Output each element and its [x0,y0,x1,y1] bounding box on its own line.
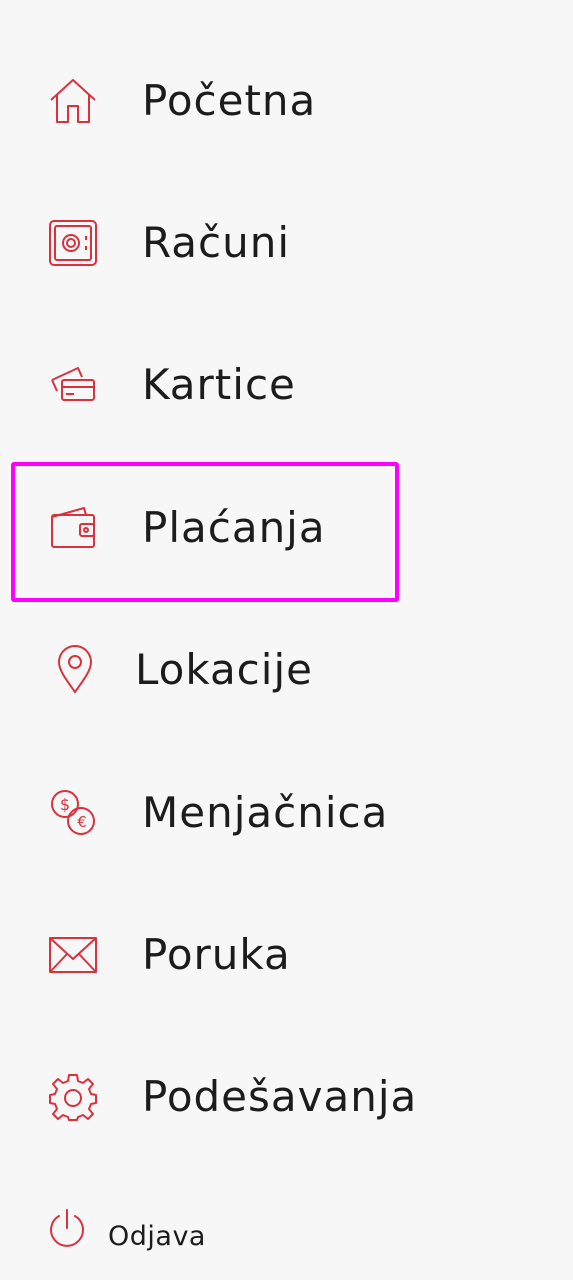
currency-exchange-icon: $ € [48,788,98,838]
menu-item-poruka[interactable]: Poruka [0,900,573,1010]
menu-item-label: Poruka [142,930,291,979]
svg-text:$: $ [60,795,70,814]
menu-item-label: Lokacije [135,645,313,694]
gear-icon [48,1072,98,1122]
power-icon [46,1208,88,1250]
menu-item-pocetna[interactable]: Početna [0,46,573,156]
menu-item-label: Plaćanja [142,503,326,552]
menu-item-label: Podešavanja [142,1072,418,1121]
menu-item-menjacnica[interactable]: $ € Menjačnica [0,758,573,868]
location-pin-icon [50,645,100,695]
envelope-icon [48,930,98,980]
menu-item-kartice[interactable]: Kartice [0,330,573,440]
menu-item-podesavanja[interactable]: Podešavanja [0,1042,573,1152]
menu-item-label: Računi [142,218,290,267]
svg-text:€: € [77,813,87,831]
menu-item-label: Kartice [142,360,296,409]
menu-item-racuni[interactable]: Računi [0,188,573,298]
menu-item-lokacije[interactable]: Lokacije [0,615,573,725]
menu-item-placanja[interactable]: Plaćanja [0,473,573,583]
wallet-icon [48,503,98,553]
logout-button[interactable]: Odjava [40,1200,260,1270]
side-menu: Početna Računi Kartice Plaćanja Lokacije… [0,0,573,1280]
safe-icon [48,218,98,268]
home-icon [48,76,98,126]
menu-item-label: Menjačnica [142,788,389,837]
menu-item-label: Početna [142,76,317,125]
logout-label: Odjava [108,1221,206,1252]
cards-icon [48,360,98,410]
